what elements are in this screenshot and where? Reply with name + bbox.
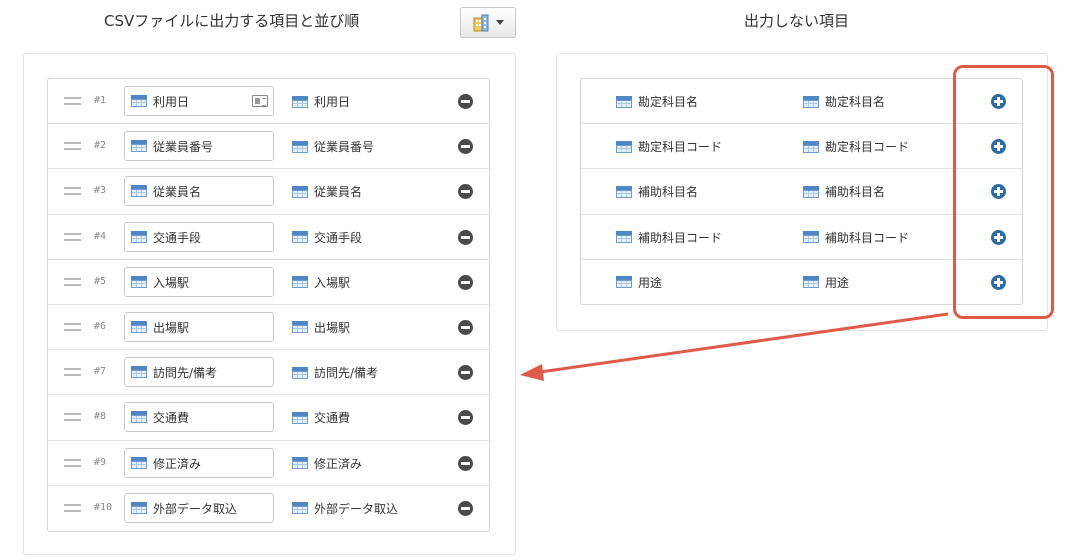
move-arrow bbox=[520, 312, 949, 381]
